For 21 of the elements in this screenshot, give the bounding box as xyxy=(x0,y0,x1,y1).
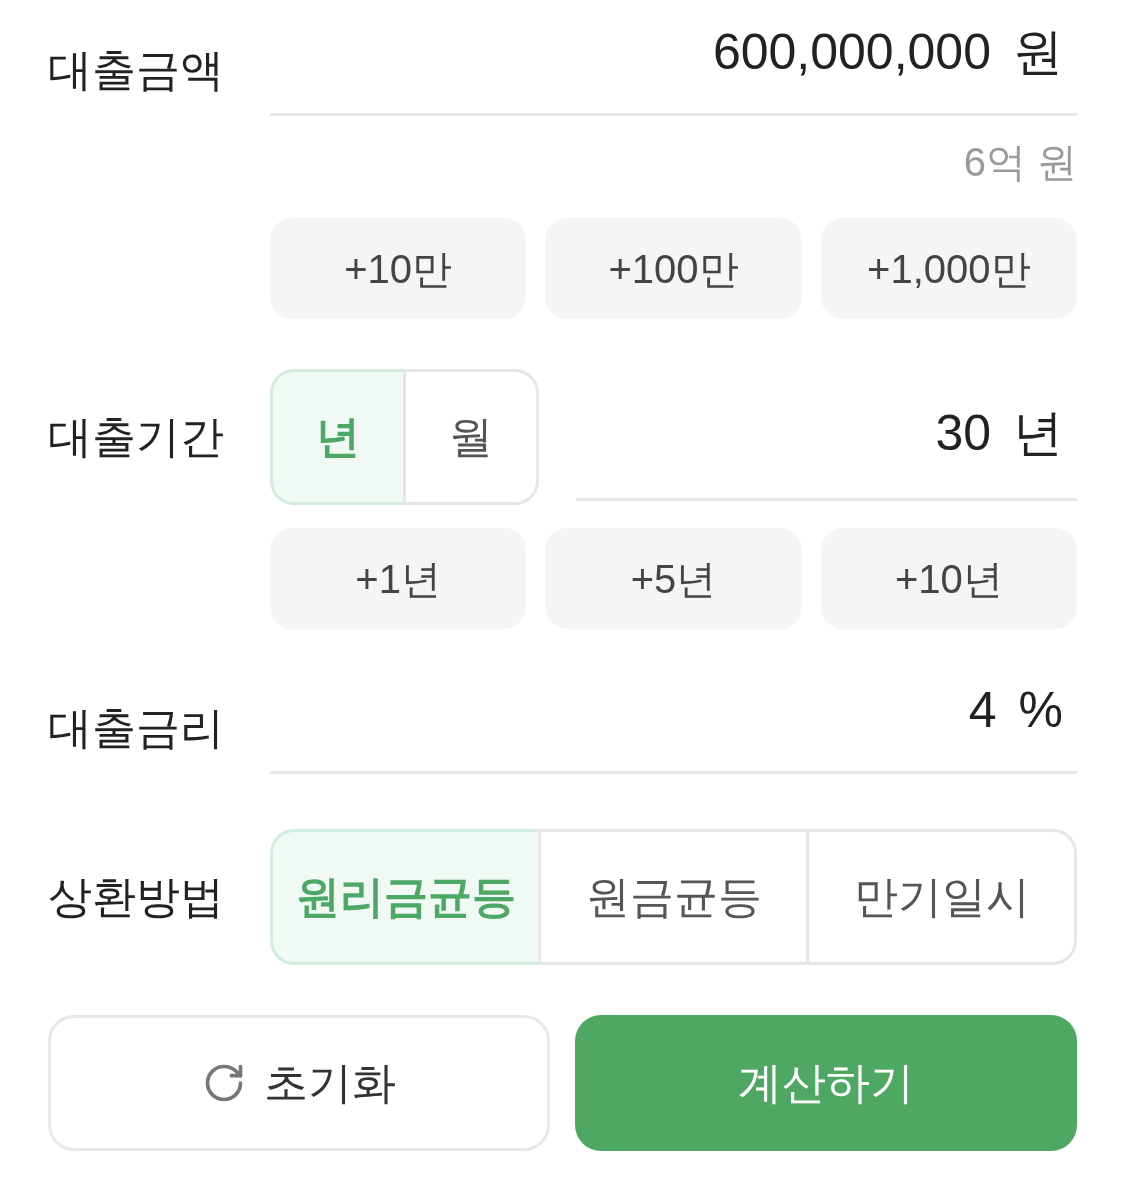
amount-input[interactable]: 600,000,000 xyxy=(270,22,991,82)
reset-button[interactable]: 초기화 xyxy=(48,1015,550,1151)
amount-hint: 6억 원 xyxy=(963,139,1077,186)
segment-tab[interactable]: 만기일시 xyxy=(806,829,1077,965)
segment-tab[interactable]: 원금균등 xyxy=(538,829,806,965)
period-input[interactable]: 30 xyxy=(576,402,991,463)
increment-button[interactable]: +5년 xyxy=(545,528,802,629)
field-label: 대출금액 xyxy=(48,45,224,94)
increment-button[interactable]: +1년 xyxy=(270,528,527,629)
unit-label: 원 xyxy=(1013,23,1063,82)
field-label: 대출금리 xyxy=(48,703,224,752)
field-label: 대출기간 xyxy=(48,412,224,461)
unit-label: 년 xyxy=(1013,403,1063,463)
increment-button[interactable]: +1,000만 xyxy=(820,218,1077,319)
field-label: 상환방법 xyxy=(48,872,224,921)
unit-label: % xyxy=(1018,681,1063,740)
segment-tab[interactable]: 월 xyxy=(403,369,539,505)
rate-input[interactable]: 4 xyxy=(270,680,997,740)
increment-button[interactable]: +10년 xyxy=(820,528,1077,629)
increment-button[interactable]: +100만 xyxy=(545,218,802,319)
increment-button[interactable]: +10만 xyxy=(270,218,527,319)
